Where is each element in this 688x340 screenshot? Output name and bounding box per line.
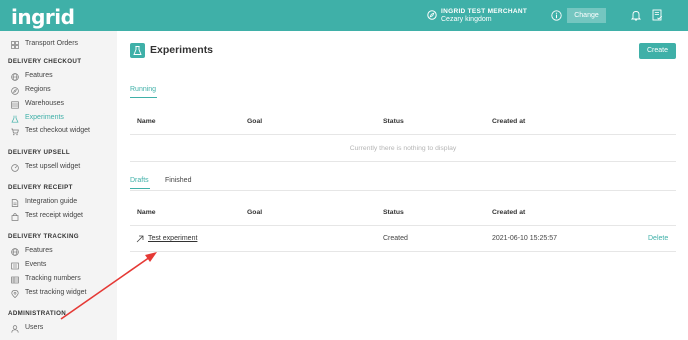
sidebar-item-label: Features — [25, 247, 53, 254]
sidebar-item-test-checkout-widget[interactable]: Test checkout widget — [0, 126, 117, 138]
gauge-icon — [11, 164, 19, 172]
sidebar-item-label: Tracking numbers — [25, 275, 81, 282]
sidebar-item-label: Integration guide — [25, 198, 78, 205]
warehouse-icon — [11, 101, 19, 109]
sidebar-item-users[interactable]: Users — [0, 323, 117, 335]
change-merchant-button[interactable]: Change — [567, 8, 606, 23]
sidebar-item-tracking-numbers[interactable]: Tracking numbers — [0, 274, 117, 286]
sidebar-item-label: Features — [25, 72, 53, 79]
sidebar-item-warehouses[interactable]: Warehouses — [0, 99, 117, 111]
sidebar-item-label: Users — [25, 324, 44, 331]
sidebar-item-events[interactable]: Events — [0, 260, 117, 272]
column-header-goal: Goal — [247, 118, 263, 125]
merchant-name: INGRID TEST MERCHANT — [441, 8, 528, 15]
shopping-bag-icon — [11, 213, 19, 221]
column-header-goal: Goal — [247, 209, 263, 216]
document-icon — [11, 199, 19, 207]
top-bar: ingrid INGRID TEST MERCHANT Cezary kingd… — [0, 0, 688, 31]
sidebar-item-tracking-features[interactable]: Features — [0, 246, 117, 258]
sidebar-item-label: Test upsell widget — [25, 163, 81, 170]
tab-drafts[interactable]: Drafts — [130, 177, 149, 184]
column-header-created-at: Created at — [492, 209, 526, 216]
table-icon — [11, 276, 19, 284]
page-title: Experiments — [150, 44, 214, 56]
empty-state-message: Currently there is nothing to display — [349, 145, 457, 152]
flask-icon — [11, 115, 19, 123]
ingrid-logo[interactable]: ingrid — [11, 5, 75, 29]
tab-running-underline — [130, 97, 157, 99]
sidebar-item-label: Transport Orders — [25, 40, 79, 47]
grid-icon — [11, 41, 19, 49]
sidebar-item-label: Warehouses — [25, 100, 65, 107]
experiment-created-at: 2021-06-10 15:25:57 — [492, 235, 557, 242]
merchant-region: Cezary kingdom — [441, 16, 492, 23]
sidebar-item-checkout-features[interactable]: Features — [0, 71, 117, 83]
sidebar-item-label: Events — [25, 261, 47, 268]
section-delivery-upsell: DELIVERY UPSELL — [8, 149, 70, 156]
sidebar-item-regions[interactable]: Regions — [0, 85, 117, 97]
user-icon — [11, 325, 19, 333]
tab-running[interactable]: Running — [130, 86, 156, 93]
divider — [130, 161, 676, 162]
divider — [130, 251, 676, 252]
column-header-status: Status — [383, 118, 404, 125]
sidebar-item-experiments[interactable]: Experiments — [0, 113, 117, 125]
info-icon[interactable] — [551, 10, 562, 21]
open-arrow-icon[interactable] — [136, 235, 144, 243]
section-administration: ADMINISTRATION — [8, 310, 67, 317]
sidebar-item-label: Experiments — [25, 114, 64, 121]
experiments-page-icon — [130, 43, 145, 58]
bell-icon[interactable] — [631, 10, 641, 21]
divider — [130, 134, 676, 135]
divider — [130, 225, 676, 226]
document-check-icon[interactable] — [652, 9, 663, 21]
sidebar-item-label: Test tracking widget — [25, 289, 87, 296]
tab-drafts-underline — [130, 188, 150, 190]
sidebar-item-test-tracking-widget[interactable]: Test tracking widget — [0, 288, 117, 300]
section-delivery-receipt: DELIVERY RECEIPT — [8, 184, 73, 191]
globe-icon — [11, 248, 19, 256]
column-header-created-at: Created at — [492, 118, 526, 125]
create-experiment-button[interactable]: Create — [639, 43, 676, 59]
globe-icon — [11, 73, 19, 81]
flask-icon — [133, 46, 142, 55]
sidebar-item-test-upsell-widget[interactable]: Test upsell widget — [0, 162, 117, 174]
column-header-name: Name — [137, 209, 156, 216]
section-delivery-checkout: DELIVERY CHECKOUT — [8, 58, 82, 65]
compass-icon — [11, 87, 19, 95]
list-icon — [11, 262, 19, 270]
sidebar-item-integration-guide[interactable]: Integration guide — [0, 197, 117, 209]
sidebar-item-label: Regions — [25, 86, 51, 93]
compass-icon — [427, 10, 437, 20]
experiment-name-link[interactable]: Test experiment — [148, 235, 197, 242]
sidebar-item-test-receipt-widget[interactable]: Test receipt widget — [0, 211, 117, 223]
experiment-status: Created — [383, 235, 408, 242]
column-header-status: Status — [383, 209, 404, 216]
sidebar-item-label: Test receipt widget — [25, 212, 83, 219]
location-pin-icon — [11, 290, 19, 298]
section-delivery-tracking: DELIVERY TRACKING — [8, 233, 79, 240]
tabs-divider — [130, 190, 676, 191]
delete-experiment-link[interactable]: Delete — [648, 235, 668, 242]
column-header-name: Name — [137, 118, 156, 125]
tab-finished[interactable]: Finished — [165, 177, 191, 184]
cart-icon — [11, 128, 19, 136]
sidebar-item-label: Test checkout widget — [25, 127, 90, 134]
sidebar-item-transport-orders[interactable]: Transport Orders — [0, 39, 117, 51]
